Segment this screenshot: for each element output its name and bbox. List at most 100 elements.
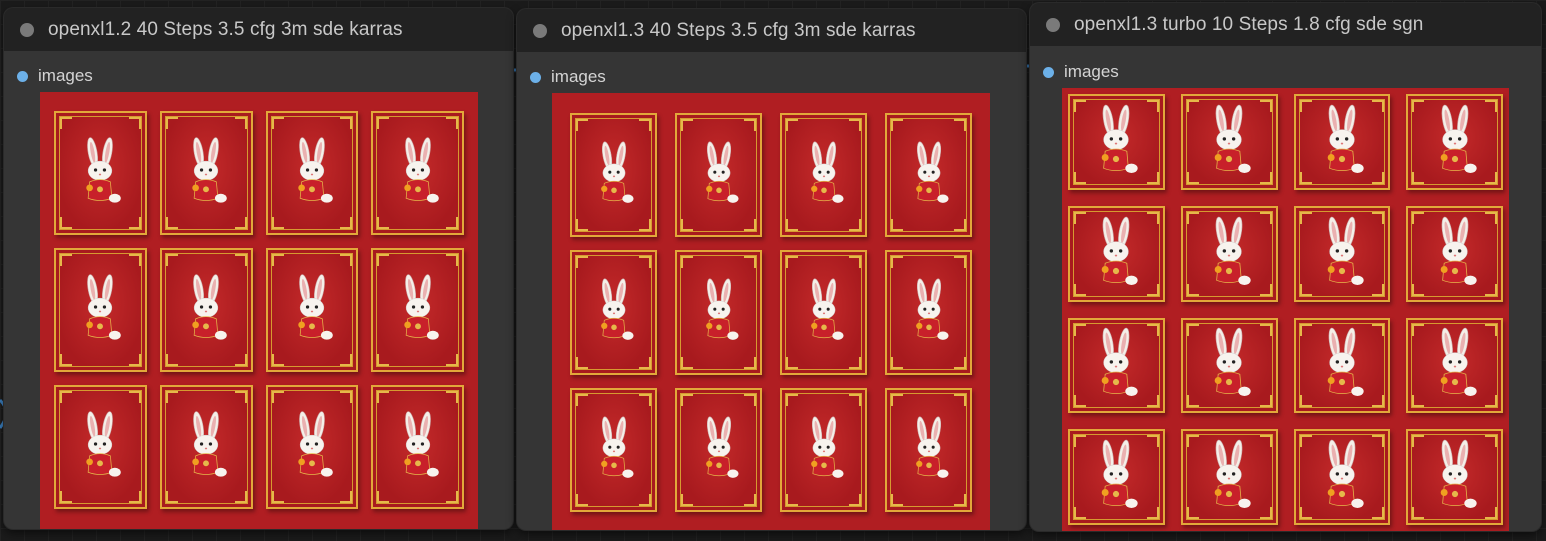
preview-node-3[interactable]: openxl1.3 turbo 10 Steps 1.8 cfg sde sgn…	[1030, 3, 1541, 531]
rabbit-card-icon	[86, 137, 122, 203]
rabbit-card-icon	[1214, 328, 1251, 397]
port-dot-icon[interactable]	[530, 71, 541, 83]
rabbit-card-icon	[192, 411, 227, 477]
rabbit-card-icon	[1440, 216, 1477, 285]
image-thumbnail[interactable]	[1293, 317, 1391, 414]
rabbit-card-icon	[1440, 328, 1477, 397]
rabbit-card-icon	[403, 411, 439, 477]
output-port[interactable]: images	[17, 66, 93, 86]
rabbit-card-icon	[403, 274, 439, 340]
rabbit-card-icon	[810, 141, 843, 203]
rabbit-card-icon	[810, 278, 843, 341]
image-thumbnail[interactable]	[159, 385, 253, 509]
rabbit-card-icon	[192, 274, 227, 340]
image-thumbnail[interactable]	[780, 387, 867, 512]
node-title: openxl1.3 40 Steps 3.5 cfg 3m sde karras	[561, 19, 916, 41]
image-thumbnail[interactable]	[371, 111, 464, 235]
rabbit-card-icon	[810, 416, 843, 478]
image-thumbnail[interactable]	[885, 387, 972, 512]
node-title: openxl1.3 turbo 10 Steps 1.8 cfg sde sgn	[1074, 13, 1424, 35]
port-dot-icon[interactable]	[1043, 66, 1054, 78]
image-thumbnail[interactable]	[159, 248, 253, 372]
image-thumbnail[interactable]	[54, 111, 147, 235]
rabbit-card-icon	[705, 416, 738, 478]
image-thumbnail[interactable]	[265, 385, 359, 509]
rabbit-card-icon	[705, 278, 738, 341]
collapse-dot-icon[interactable]	[533, 23, 547, 38]
rabbit-card-icon	[298, 137, 333, 203]
image-thumbnail[interactable]	[1406, 429, 1503, 525]
image-thumbnail[interactable]	[675, 250, 762, 375]
rabbit-card-icon	[1214, 439, 1251, 509]
collapse-dot-icon[interactable]	[20, 22, 34, 37]
rabbit-card-icon	[192, 137, 227, 203]
rabbit-card-icon	[600, 416, 633, 478]
image-thumbnail[interactable]	[1293, 429, 1391, 525]
rabbit-card-icon	[298, 411, 333, 477]
image-thumbnail[interactable]	[1406, 94, 1503, 190]
image-grid[interactable]	[1062, 88, 1509, 531]
image-thumbnail[interactable]	[54, 385, 147, 509]
image-thumbnail[interactable]	[1068, 429, 1165, 525]
image-grid[interactable]	[40, 92, 478, 529]
output-port[interactable]: images	[1043, 62, 1119, 82]
rabbit-card-icon	[915, 278, 948, 341]
image-thumbnail[interactable]	[1180, 205, 1278, 302]
rabbit-card-icon	[1327, 328, 1364, 397]
output-label: images	[38, 66, 93, 85]
rabbit-card-icon	[1440, 439, 1477, 509]
rabbit-card-icon	[705, 141, 738, 203]
rabbit-card-icon	[1102, 216, 1139, 285]
preview-node-1[interactable]: openxl1.2 40 Steps 3.5 cfg 3m sde karras…	[4, 8, 513, 529]
port-dot-icon[interactable]	[17, 70, 28, 82]
collapse-dot-icon[interactable]	[1046, 17, 1060, 32]
node-header[interactable]: openxl1.3 turbo 10 Steps 1.8 cfg sde sgn	[1030, 3, 1541, 46]
image-thumbnail[interactable]	[1293, 205, 1391, 302]
preview-node-2[interactable]: openxl1.3 40 Steps 3.5 cfg 3m sde karras…	[517, 9, 1026, 530]
rabbit-card-icon	[1327, 439, 1364, 509]
output-port[interactable]: images	[530, 67, 606, 87]
image-thumbnail[interactable]	[371, 248, 464, 372]
image-thumbnail[interactable]	[371, 385, 464, 509]
image-grid[interactable]	[552, 93, 990, 530]
image-thumbnail[interactable]	[265, 248, 359, 372]
rabbit-card-icon	[403, 137, 439, 203]
rabbit-card-icon	[1440, 104, 1477, 173]
rabbit-card-icon	[1327, 216, 1364, 285]
rabbit-card-icon	[915, 141, 948, 203]
image-thumbnail[interactable]	[780, 113, 867, 238]
image-thumbnail[interactable]	[885, 113, 972, 238]
rabbit-card-icon	[1214, 216, 1251, 285]
output-label: images	[551, 67, 606, 86]
image-thumbnail[interactable]	[1068, 205, 1165, 302]
image-thumbnail[interactable]	[675, 113, 762, 238]
image-thumbnail[interactable]	[570, 250, 657, 375]
node-title: openxl1.2 40 Steps 3.5 cfg 3m sde karras	[48, 18, 403, 40]
image-thumbnail[interactable]	[570, 113, 657, 238]
rabbit-card-icon	[86, 274, 122, 340]
image-thumbnail[interactable]	[885, 250, 972, 375]
image-thumbnail[interactable]	[1180, 317, 1278, 414]
rabbit-card-icon	[86, 411, 122, 477]
rabbit-card-icon	[1102, 439, 1139, 509]
image-thumbnail[interactable]	[54, 248, 147, 372]
output-label: images	[1064, 62, 1119, 81]
rabbit-card-icon	[600, 141, 633, 203]
image-thumbnail[interactable]	[780, 250, 867, 375]
node-header[interactable]: openxl1.2 40 Steps 3.5 cfg 3m sde karras	[4, 8, 513, 51]
image-thumbnail[interactable]	[675, 387, 762, 512]
image-thumbnail[interactable]	[1180, 94, 1278, 190]
image-thumbnail[interactable]	[1406, 317, 1503, 414]
image-thumbnail[interactable]	[1068, 317, 1165, 414]
image-thumbnail[interactable]	[1293, 94, 1391, 190]
image-thumbnail[interactable]	[570, 387, 657, 512]
rabbit-card-icon	[600, 278, 633, 341]
node-header[interactable]: openxl1.3 40 Steps 3.5 cfg 3m sde karras	[517, 9, 1026, 52]
rabbit-card-icon	[1102, 328, 1139, 397]
image-thumbnail[interactable]	[1180, 429, 1278, 525]
image-thumbnail[interactable]	[1068, 94, 1165, 190]
rabbit-card-icon	[915, 416, 948, 478]
image-thumbnail[interactable]	[159, 111, 253, 235]
image-thumbnail[interactable]	[265, 111, 359, 235]
image-thumbnail[interactable]	[1406, 205, 1503, 302]
